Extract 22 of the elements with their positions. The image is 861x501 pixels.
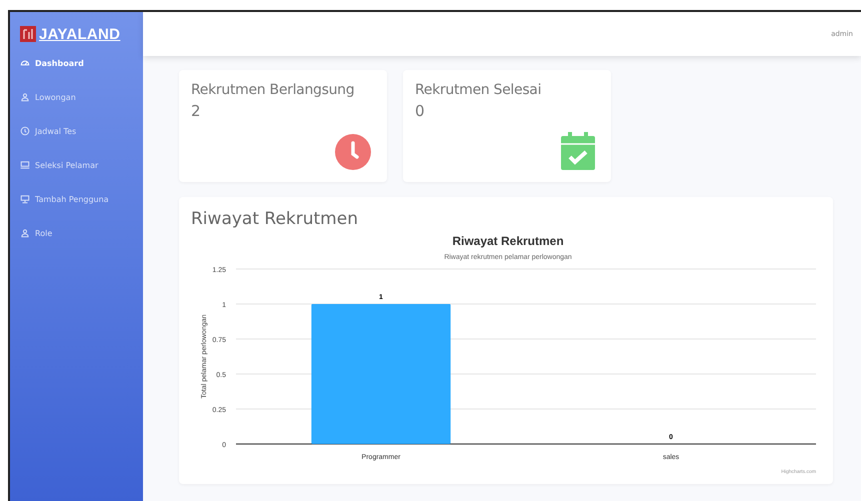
stat-title: Rekrutmen Berlangsung [191,82,356,98]
clock-icon [335,134,371,170]
nav-icon [20,58,30,68]
nav-icon [20,194,30,204]
stat-value: 2 [191,102,202,120]
nav-icon [20,126,30,136]
nav-item[interactable]: Dashboard [10,46,143,80]
nav-icon [20,92,30,102]
nav-item[interactable]: Jadwal Tes [10,114,143,148]
nav-icon [20,228,30,238]
nav-item[interactable]: Seleksi Pelamar [10,148,143,182]
stat-title: Rekrutmen Selesai [415,82,542,98]
logo-icon [20,26,36,42]
calendar-check-icon [561,132,595,170]
nav-item[interactable]: Lowongan [10,80,143,114]
brand-name[interactable]: JAYALAND [39,26,120,42]
chart-title: Riwayat Rekrutmen [452,234,564,248]
nav-item[interactable]: Tambah Pengguna [10,182,143,216]
nav-item[interactable]: Role [10,216,143,250]
stat-value: 0 [415,102,426,120]
card-title: Riwayat Rekrutmen [191,209,359,229]
nav-icon [20,160,30,170]
